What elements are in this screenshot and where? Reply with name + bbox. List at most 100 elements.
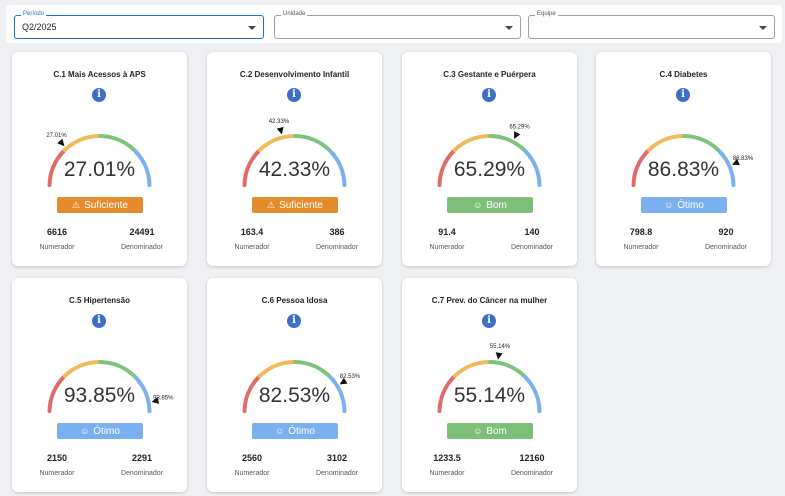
denominador-value: 386 [329,227,345,237]
numerador-label: Numerador [429,470,465,477]
status-badge: ☺ Bom [447,423,533,439]
equipe-label: Equipe [535,11,558,18]
card-title: C.5 Hipertensão [69,296,130,305]
indicator-card: C.6 Pessoa Idosa i 82.53% 82.53% ☺ Ótimo… [207,278,382,492]
unidade-select[interactable]: Unidade [274,11,521,39]
indicator-card: C.3 Gestante e Puérpera i 65.29% 65.29% … [402,52,577,266]
indicator-card: C.7 Prev. do Câncer na mulher i 55.14% 5… [402,278,577,492]
gauge-segment [452,134,491,152]
denominador-value: 12160 [519,453,545,463]
numerador-label: Numerador [234,470,270,477]
chevron-down-icon[interactable] [248,26,256,30]
status-badge: ⚠ Suficiente [57,197,143,213]
chevron-down-icon[interactable] [759,26,767,30]
smiley-icon: ☺ [473,199,483,210]
status-badge: ⚠ Suficiente [252,197,338,213]
gauge-pointer-icon [57,138,65,147]
status-label: Ótimo [93,425,120,437]
card-title: C.1 Mais Acessos à APS [53,70,146,79]
gauge-value: 55.14% [453,384,526,407]
denominador-value: 3102 [326,453,348,463]
numerador-value: 91.4 [438,227,456,237]
numerador-value: 163.4 [240,227,264,237]
denominador-value: 24491 [129,227,155,237]
gauge-segment [257,134,296,152]
indicator-card: C.4 Diabetes i 86.83% 86.83% ☺ Ótimo 798… [596,52,771,266]
gauge-segment [488,360,527,378]
smiley-icon: ☺ [275,425,285,436]
periodo-select[interactable]: Período Q2/2025 [14,11,264,39]
card-title: C.7 Prev. do Câncer na mulher [431,296,548,305]
gauge-pointer-icon [495,352,503,360]
status-label: Ótimo [288,425,315,437]
gauge-pointer-icon [513,131,521,139]
status-label: Suficiente [279,199,323,211]
gauge-segment [293,360,332,378]
filter-bar: Período Q2/2025 Unidade Equipe [6,5,782,43]
status-label: Bom [486,425,507,437]
gauge-segment [62,360,101,378]
card-title: C.6 Pessoa Idosa [261,296,328,305]
numerador-value: 2560 [241,453,263,463]
status-badge: ☺ Ótimo [57,423,143,439]
smiley-icon: ☺ [80,425,90,436]
warning-icon: ⚠ [267,199,276,210]
info-icon[interactable]: i [676,88,690,102]
gauge-value: 86.83% [647,158,720,181]
indicator-card: C.2 Desenvolvimento Infantil i 42.33% 42… [207,52,382,266]
denominador-value: 140 [524,227,540,237]
periodo-value: Q2/2025 [22,22,57,32]
info-icon[interactable]: i [92,314,106,328]
gauge-segment [257,360,296,378]
gauge-segment [62,134,101,152]
gauge-value: 82.53% [258,384,331,407]
periodo-label: Período [21,11,47,18]
card-title: C.2 Desenvolvimento Infantil [239,70,350,79]
indicator-card: C.1 Mais Acessos à APS i 27.01% 27.01% ⚠… [12,52,187,266]
denominador-label: Denominador [510,244,554,251]
gauge-pointer-icon [276,126,284,135]
numerador-value: 798.8 [629,227,653,237]
denominador-label: Denominador [315,470,359,477]
gauge-pointer-label: 65.29% [509,124,530,130]
gauge-pointer-label: 82.53% [340,374,361,380]
gauge-value: 27.01% [63,158,136,181]
denominador-value: 2291 [131,453,153,463]
gauge-value: 65.29% [453,158,526,181]
denominador-label: Denominador [510,470,554,477]
denominador-label: Denominador [315,244,359,251]
gauge-value: 93.85% [63,384,136,407]
info-icon[interactable]: i [92,88,106,102]
info-icon[interactable]: i [482,88,496,102]
numerador-label: Numerador [429,244,465,251]
status-label: Ótimo [677,199,704,211]
status-badge: ☺ Bom [447,197,533,213]
unidade-label: Unidade [281,11,308,18]
denominador-label: Denominador [120,470,164,477]
gauge-pointer-label: 42.33% [269,119,290,125]
info-icon[interactable]: i [287,88,301,102]
equipe-select[interactable]: Equipe [528,11,775,39]
denominador-label: Denominador [120,244,164,251]
card-title: C.3 Gestante e Puérpera [443,70,536,79]
gauge-segment [452,360,491,378]
info-icon[interactable]: i [287,314,301,328]
numerador-label: Numerador [234,244,270,251]
status-label: Suficiente [84,199,128,211]
gauge-value: 42.33% [258,158,331,181]
numerador-label: Numerador [39,244,75,251]
gauge-segment [682,134,721,152]
smiley-icon: ☺ [473,425,483,436]
info-icon[interactable]: i [482,314,496,328]
denominador-label: Denominador [704,244,748,251]
numerador-label: Numerador [39,470,75,477]
gauge-segment [488,134,527,152]
gauge-segment [646,134,685,152]
numerador-value: 1233.5 [433,453,461,463]
chevron-down-icon[interactable] [505,26,513,30]
status-label: Bom [486,199,507,211]
gauge-segment [293,134,332,152]
card-title: C.4 Diabetes [659,70,708,79]
warning-icon: ⚠ [72,199,81,210]
status-badge: ☺ Ótimo [641,197,727,213]
